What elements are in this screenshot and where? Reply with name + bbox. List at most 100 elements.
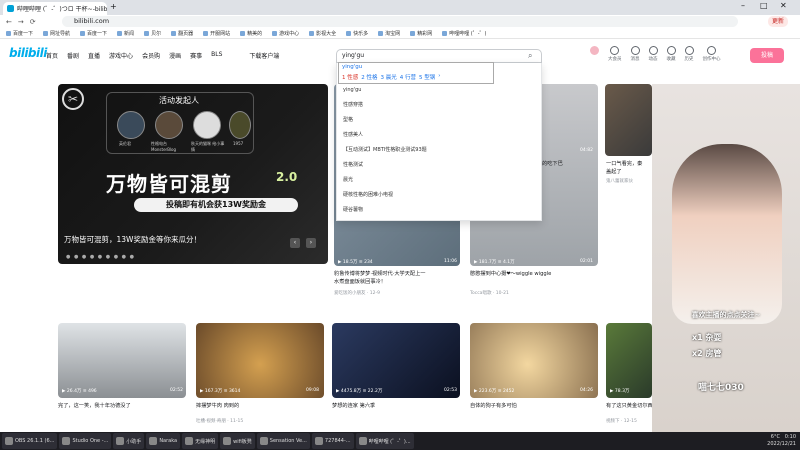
ime-candidate[interactable]: 4 行营 — [400, 73, 416, 81]
nav-shop[interactable]: 会员购 — [142, 51, 160, 60]
history-button[interactable]: 历史 — [684, 46, 694, 62]
nav-live[interactable]: 直播 — [88, 51, 100, 60]
video-title[interactable]: 摔摆梦牛肉 肉到的 — [196, 402, 324, 409]
video-thumbnail[interactable] — [605, 84, 652, 156]
bookmark-item[interactable]: 开服网站 — [203, 30, 230, 37]
video-author[interactable]: 吐槽·视频·奇朋 · 11-15 — [196, 418, 324, 424]
video-title[interactable]: 一口气看完，秦 — [606, 160, 652, 167]
video-title[interactable]: 有了这只黄金切尔西，康那和素食同志的 — [606, 402, 652, 409]
hero-banner[interactable]: 活动发起人 英伦君 性格电台 MonsterBlog 秋天的猫咪 给小事情 19… — [58, 84, 328, 264]
forward-icon[interactable]: → — [18, 18, 24, 26]
taskbar-item[interactable]: OBS 26.1.1 (6... — [2, 433, 58, 449]
nav-download[interactable]: 下载客户端 — [249, 51, 279, 60]
video-title-line2[interactable]: 水煮盘面饭就回事冷！ — [334, 278, 460, 285]
taskbar-item[interactable]: 小助手 — [113, 433, 145, 449]
suggestion-item[interactable]: 性感穿搭 — [343, 101, 363, 108]
suggestion-item[interactable]: 硬核性格的困难小电视 — [343, 191, 393, 198]
search-input[interactable]: ying'gu — [336, 49, 542, 63]
suggestion-item[interactable]: 【互动测试】MBTI性格职业测试93题 — [343, 146, 427, 153]
bookmark-item[interactable]: 淘宝网 — [378, 30, 400, 37]
ime-next-icon[interactable]: › — [438, 73, 440, 81]
suggestion-item[interactable]: 性感美人 — [343, 131, 363, 138]
new-tab-button[interactable]: + — [110, 2, 117, 11]
reload-icon[interactable]: ⟳ — [30, 18, 36, 26]
bookmark-item[interactable]: 精彩网 — [410, 30, 432, 37]
minimize-button[interactable]: – — [741, 1, 745, 10]
video-title[interactable]: 完了，这一笑，我十年功德没了 — [58, 402, 186, 409]
video-title[interactable]: 的吃下巴 — [542, 160, 598, 167]
bookmark-item[interactable]: 贝尔 — [144, 30, 161, 37]
creator-button[interactable]: 创作中心 — [703, 46, 721, 62]
video-title-line2[interactable]: 盖起了 — [606, 168, 652, 175]
video-thumbnail[interactable] — [58, 323, 186, 398]
taskbar-item[interactable]: 无缘神明 — [182, 433, 219, 449]
taskbar-item[interactable]: 哔哩哔哩 (゜-゜)... — [355, 433, 414, 449]
avatar[interactable] — [590, 46, 599, 62]
host-avatar[interactable] — [155, 111, 183, 139]
system-tray[interactable]: 6°C 0:10 2022/12/21 — [767, 434, 796, 448]
bookmark-item[interactable]: 翻页器 — [171, 30, 193, 37]
video-title[interactable]: 憨憨摆到中心摄❤～wiggle wiggle — [470, 270, 598, 277]
messages-button[interactable]: 消息 — [630, 46, 640, 62]
url-field[interactable]: bilibili.com — [62, 16, 738, 27]
carousel-dots[interactable]: ● ● ● ● ● ● ● ● ● — [66, 254, 135, 260]
nav-bls[interactable]: BLS — [211, 51, 222, 60]
banner-prev-button[interactable]: ‹ — [290, 238, 300, 248]
video-title[interactable]: 梦想的连家 第六季 — [332, 402, 460, 409]
browser-tab[interactable]: 哔哩哔哩 (゜-゜)つロ 干杯~-bilibili ✕ — [3, 2, 107, 15]
favorites-button[interactable]: 收藏 — [666, 46, 676, 62]
video-thumbnail[interactable] — [196, 323, 324, 398]
taskbar-item[interactable]: Naraka — [146, 433, 181, 449]
video-author[interactable]: 鬼八蕾就家伙 — [606, 178, 652, 184]
video-author[interactable]: Tocca唱歌 · 10-21 — [470, 290, 598, 296]
bookmark-item[interactable]: 哔哩哔哩 (゜-゜) — [442, 30, 487, 37]
suggestion-item[interactable]: 硬谷薯物 — [343, 206, 363, 213]
dynamic-button[interactable]: 动态 — [648, 46, 658, 62]
bookmark-item[interactable]: 影视大全 — [309, 30, 336, 37]
update-button[interactable]: 更新 — [768, 16, 789, 27]
ime-candidate[interactable]: 3 晨光 — [381, 73, 397, 81]
nav-home[interactable]: 首页 — [46, 51, 58, 60]
video-author[interactable]: 爱吃饭的小朋友 · 12-9 — [334, 290, 460, 296]
maximize-button[interactable]: □ — [760, 1, 768, 10]
bookmark-item[interactable]: 精美的 — [240, 30, 262, 37]
bookmark-item[interactable]: 游戏中心 — [272, 30, 299, 37]
host-avatar[interactable] — [193, 111, 221, 139]
bookmark-item[interactable]: 百度一下 — [80, 30, 107, 37]
taskbar-item[interactable]: Sensation Ve... — [256, 433, 310, 449]
suggestion-item[interactable]: 晨光 — [343, 176, 353, 183]
nav-match[interactable]: 赛事 — [190, 51, 202, 60]
video-title[interactable]: 豹鲁传博将梦梦·视频时代·大学天配上一 — [334, 270, 460, 277]
upload-button[interactable]: 投稿 — [750, 48, 784, 63]
video-author[interactable]: 视频下 · 12-15 — [606, 418, 652, 424]
video-thumbnail[interactable] — [470, 323, 598, 398]
suggestion-item[interactable]: 性格测试 — [343, 161, 363, 168]
taskbar-item[interactable]: wifi板凳 — [220, 433, 255, 449]
host-avatar[interactable] — [229, 111, 251, 139]
bookmark-item[interactable]: 新闻 — [117, 30, 134, 37]
ime-candidate[interactable]: 2 性格 — [361, 73, 377, 81]
vip-button[interactable]: 大会员 — [608, 46, 622, 62]
video-thumbnail[interactable] — [332, 323, 460, 398]
ime-candidate[interactable]: 5 型钢 — [419, 73, 435, 81]
taskbar-item[interactable]: Studio One -... — [59, 433, 112, 449]
nav-game[interactable]: 游戏中心 — [109, 51, 133, 60]
host-avatar[interactable] — [117, 111, 145, 139]
video-thumbnail[interactable] — [606, 323, 652, 398]
app-icon — [149, 437, 158, 445]
search-icon[interactable]: ⌕ — [528, 51, 532, 61]
back-icon[interactable]: ← — [6, 18, 12, 26]
video-title[interactable]: 自体的狗子有多可怕 — [470, 402, 598, 409]
bookmark-item[interactable]: 网址导航 — [43, 30, 70, 37]
suggestion-item[interactable]: 型格 — [343, 116, 353, 123]
banner-next-button[interactable]: › — [306, 238, 316, 248]
bilibili-logo[interactable]: bilibili — [9, 46, 47, 60]
nav-manga[interactable]: 漫画 — [169, 51, 181, 60]
nav-anime[interactable]: 番剧 — [67, 51, 79, 60]
taskbar-item[interactable]: 727844-... — [311, 433, 354, 449]
ime-candidate[interactable]: 1 性感 — [342, 73, 358, 81]
bookmark-item[interactable]: 快乐多 — [346, 30, 368, 37]
bookmark-item[interactable]: 百度一下 — [6, 30, 33, 37]
close-window-button[interactable]: ✕ — [780, 1, 787, 10]
suggestion-item[interactable]: ying'gu — [343, 87, 361, 93]
